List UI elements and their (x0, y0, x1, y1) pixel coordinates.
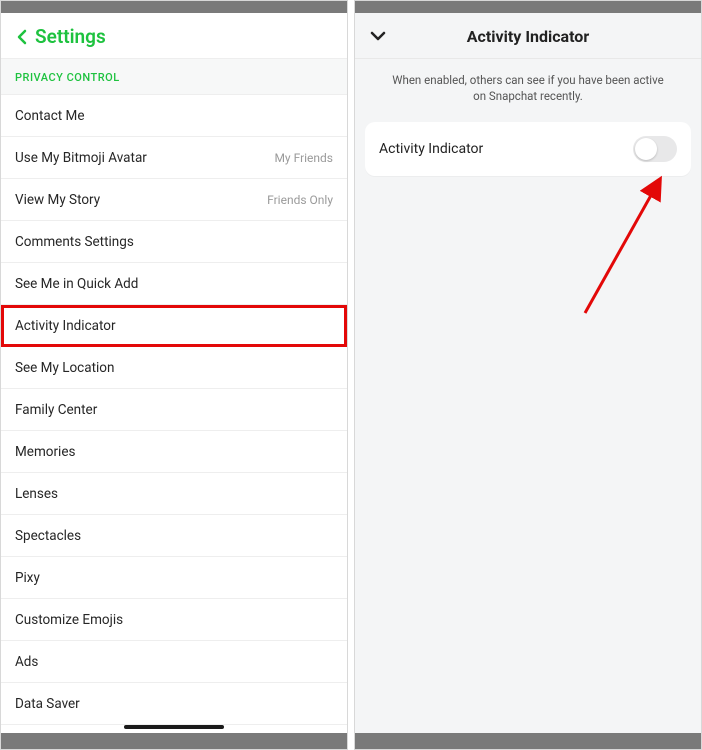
settings-list: Contact Me Use My Bitmoji Avatar My Friend… (1, 95, 347, 749)
settings-row[interactable]: Memories (1, 431, 347, 473)
settings-row[interactable]: Spectacles (1, 515, 347, 557)
row-label: See My Location (15, 360, 114, 376)
detail-description: When enabled, others can see if you have… (355, 59, 701, 122)
row-value: Friends Only (267, 193, 333, 207)
row-label: Contact Me (15, 108, 84, 124)
settings-row[interactable]: Ads (1, 641, 347, 683)
close-icon[interactable] (369, 30, 387, 42)
page-title: Settings (35, 25, 106, 48)
row-label: Ads (15, 654, 38, 670)
row-label: See Me in Quick Add (15, 276, 138, 292)
settings-row[interactable]: See My Location (1, 347, 347, 389)
settings-row[interactable]: Contact Me (1, 95, 347, 137)
detail-title: Activity Indicator (467, 27, 589, 46)
row-label: Spectacles (15, 528, 81, 544)
row-label: View My Story (15, 192, 100, 208)
row-value: My Friends (274, 151, 333, 165)
bottom-bar (1, 733, 347, 749)
annotation-arrow-icon (555, 153, 685, 323)
settings-row[interactable]: Lenses (1, 473, 347, 515)
row-label: Pixy (15, 570, 40, 586)
home-indicator (124, 725, 224, 729)
activity-indicator-screen: Activity Indicator When enabled, others … (354, 0, 702, 750)
detail-header: Activity Indicator (355, 13, 701, 59)
row-label: Activity Indicator (15, 318, 116, 334)
settings-row[interactable]: See Me in Quick Add (1, 263, 347, 305)
back-icon[interactable] (15, 29, 29, 45)
toggle-label: Activity Indicator (379, 141, 483, 157)
settings-row[interactable]: Customize Emojis (1, 599, 347, 641)
toggle-row: Activity Indicator (365, 122, 691, 176)
settings-row[interactable]: Data Saver (1, 683, 347, 725)
bottom-bar (355, 733, 701, 749)
detail-body: Activity Indicator When enabled, others … (355, 13, 701, 749)
status-bar (355, 1, 701, 13)
row-label: Comments Settings (15, 234, 134, 250)
row-label: Family Center (15, 402, 97, 418)
row-label: Data Saver (15, 696, 80, 712)
activity-indicator-toggle[interactable] (633, 136, 677, 162)
settings-row[interactable]: Use My Bitmoji Avatar My Friends (1, 137, 347, 179)
row-label: Customize Emojis (15, 612, 123, 628)
settings-header: Settings (1, 13, 347, 58)
status-bar (1, 1, 347, 13)
settings-screen: Settings PRIVACY CONTROL Contact Me Use M… (0, 0, 348, 750)
toggle-knob (635, 138, 657, 160)
settings-row[interactable]: Activity Indicator (1, 305, 347, 347)
settings-row[interactable]: View My Story Friends Only (1, 179, 347, 221)
settings-row[interactable]: Family Center (1, 389, 347, 431)
settings-row[interactable]: Pixy (1, 557, 347, 599)
row-label: Lenses (15, 486, 58, 502)
row-label: Use My Bitmoji Avatar (15, 150, 147, 166)
section-header-privacy: PRIVACY CONTROL (1, 58, 347, 95)
row-label: Memories (15, 444, 75, 460)
settings-row[interactable]: Comments Settings (1, 221, 347, 263)
